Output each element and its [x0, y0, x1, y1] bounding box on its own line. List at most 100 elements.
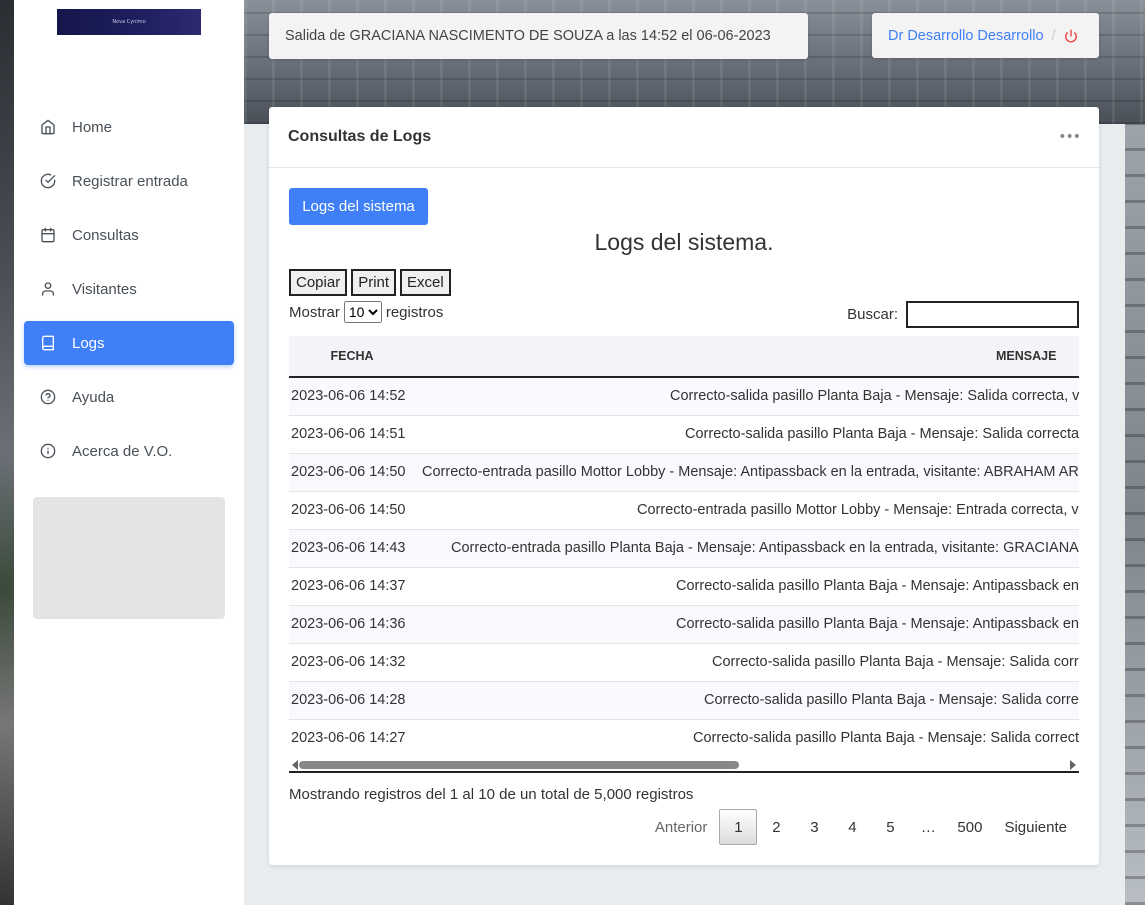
check-circle-icon [40, 173, 56, 189]
cell-mensaje-text: Correcto-salida pasillo Planta Baja - Me… [704, 692, 1079, 708]
search-control: Buscar: [847, 301, 1079, 328]
table-row[interactable]: 2023-06-06 14:50 Correcto-entrada pasillo… [289, 453, 1079, 491]
cell-fecha: 2023-06-06 14:37 [291, 578, 406, 594]
length-suffix: registros [385, 303, 444, 321]
cell-fecha: 2023-06-06 14:52 [291, 388, 406, 405]
page-5[interactable]: 5 [871, 809, 909, 845]
notice-text: Salida de GRACIANA NASCIMENTO DE SOUZA a… [285, 28, 771, 44]
length-prefix: Mostrar [289, 303, 340, 321]
scroll-right-icon[interactable] [1070, 760, 1076, 770]
sidebar-item-label: Registrar entrada [72, 172, 188, 190]
sidebar-item-logs[interactable]: Logs [24, 321, 234, 365]
logo-text: Nova Cynimo [112, 19, 146, 25]
cell-fecha: 2023-06-06 14:51 [291, 426, 406, 442]
pagination-previous[interactable]: Anterior [643, 809, 720, 845]
cell-mensaje: Correcto-salida pasillo Planta Baja - Me… [415, 567, 1079, 605]
logo[interactable]: Nova Cynimo [57, 9, 201, 35]
sidebar-placeholder [33, 497, 225, 619]
cell-mensaje-text: Correcto-salida pasillo Planta Baja - Me… [685, 426, 1079, 442]
sidebar-item-acerca[interactable]: Acerca de V.O. [24, 429, 234, 473]
cell-mensaje-text: Correcto-salida pasillo Planta Baja - Me… [676, 616, 1079, 632]
cell-mensaje-text: Correcto-salida pasillo Planta Baja - Me… [712, 654, 1079, 670]
power-icon[interactable] [1064, 28, 1078, 43]
background-right [1125, 124, 1145, 905]
book-icon [40, 335, 56, 351]
cell-fecha: 2023-06-06 14:50 [291, 464, 406, 480]
table-row[interactable]: 2023-06-06 14:43 Correcto-entrada pasillo… [289, 529, 1079, 567]
pagination-ellipsis: … [920, 818, 936, 836]
table-row[interactable]: 2023-06-06 14:27 Correcto-salida pasillo … [289, 719, 1079, 757]
calendar-icon [40, 227, 56, 243]
scroll-left-icon[interactable] [292, 760, 298, 770]
sidebar-item-registrar-entrada[interactable]: Registrar entrada [24, 159, 234, 203]
user-name-link[interactable]: Dr Desarrollo Desarrollo [888, 28, 1044, 44]
more-horizontal-icon[interactable]: ••• [1058, 129, 1081, 145]
sidebar: Nova Cynimo Home Registrar entrada Consu… [14, 0, 244, 905]
sidebar-item-label: Visitantes [72, 280, 137, 298]
cell-mensaje-text: Correcto-salida pasillo Planta Baja - Me… [670, 388, 1079, 405]
page-length-select[interactable]: 10 [343, 301, 382, 323]
logs-card: Consultas de Logs ••• Logs del sistema L… [269, 107, 1099, 865]
cell-fecha: 2023-06-06 14:28 [291, 692, 406, 708]
cell-fecha: 2023-06-06 14:43 [291, 540, 406, 556]
excel-button[interactable]: Excel [400, 269, 451, 296]
cell-mensaje: Correcto-entrada pasillo Mottor Lobby - … [415, 491, 1079, 529]
search-label: Buscar: [847, 306, 898, 323]
sidebar-item-consultas[interactable]: Consultas [24, 213, 234, 257]
sidebar-nav: Home Registrar entrada Consultas Visitan… [24, 105, 234, 483]
sidebar-item-ayuda[interactable]: Ayuda [24, 375, 234, 419]
cell-mensaje: Correcto-entrada pasillo Mottor Lobby - … [415, 453, 1079, 491]
page-1[interactable]: 1 [719, 809, 758, 845]
last-event-notice: Salida de GRACIANA NASCIMENTO DE SOUZA a… [269, 13, 808, 59]
cell-mensaje-text: Correcto-entrada pasillo Planta Baja - M… [451, 540, 1079, 556]
column-header-mensaje[interactable]: MENSAJE [415, 336, 1079, 377]
table-row[interactable]: 2023-06-06 14:51 Correcto-salida pasillo … [289, 415, 1079, 453]
cell-mensaje: Correcto-salida pasillo Planta Baja - Me… [415, 643, 1079, 681]
cell-mensaje: Correcto-salida pasillo Planta Baja - Me… [415, 681, 1079, 719]
table-row[interactable]: 2023-06-06 14:52 Correcto-salida pasillo … [289, 377, 1079, 415]
logs-table: FECHA MENSAJE 2023-06-06 14:52 Correcto-s… [289, 336, 1079, 758]
sidebar-item-home[interactable]: Home [24, 105, 234, 149]
cell-mensaje: Correcto-salida pasillo Planta Baja - Me… [415, 719, 1079, 757]
sidebar-item-label: Home [72, 118, 113, 136]
help-circle-icon [40, 389, 56, 405]
table-row[interactable]: 2023-06-06 14:50 Correcto-entrada pasillo… [289, 491, 1079, 529]
card-header: Consultas de Logs ••• [269, 107, 1099, 168]
page-500[interactable]: 500 [947, 809, 992, 845]
column-header-fecha[interactable]: FECHA [289, 336, 415, 377]
table-row[interactable]: 2023-06-06 14:32 Correcto-salida pasillo … [289, 643, 1079, 681]
cell-fecha: 2023-06-06 14:32 [291, 654, 406, 670]
page-3[interactable]: 3 [795, 809, 833, 845]
table-row[interactable]: 2023-06-06 14:37 Correcto-salida pasillo … [289, 567, 1079, 605]
page-4[interactable]: 4 [833, 809, 871, 845]
cell-mensaje-text: Correcto-salida pasillo Planta Baja - Me… [676, 578, 1079, 594]
cell-mensaje: Correcto-salida pasillo Planta Baja - Me… [415, 605, 1079, 643]
pagination: Anterior 1 2 3 4 5 … 500 Siguiente [643, 809, 1079, 845]
table-row[interactable]: 2023-06-06 14:36 Correcto-salida pasillo … [289, 605, 1079, 643]
table-info: Mostrando registros del 1 al 10 de un to… [289, 786, 694, 803]
search-input[interactable] [906, 301, 1079, 328]
export-buttons: Copiar Print Excel [289, 269, 451, 296]
background-left [0, 0, 14, 905]
page-heading: Logs del sistema. [594, 229, 774, 255]
sidebar-item-visitantes[interactable]: Visitantes [24, 267, 234, 311]
cell-mensaje-text: Correcto-salida pasillo Planta Baja - Me… [693, 730, 1079, 746]
print-button[interactable]: Print [351, 269, 397, 296]
user-icon [40, 281, 56, 297]
table-row[interactable]: 2023-06-06 14:28 Correcto-salida pasillo … [289, 681, 1079, 719]
pagination-next[interactable]: Siguiente [992, 809, 1079, 845]
cell-mensaje-text: Correcto-entrada pasillo Mottor Lobby - … [637, 502, 1079, 518]
scrollbar-thumb[interactable] [299, 761, 739, 769]
page-length-control: Mostrar 10 registros [289, 301, 443, 323]
copy-button[interactable]: Copiar [289, 269, 348, 296]
logs-table-container: FECHA MENSAJE 2023-06-06 14:52 Correcto-s… [289, 336, 1079, 773]
user-box: Dr Desarrollo Desarrollo / [872, 13, 1099, 58]
table-header-row: FECHA MENSAJE [289, 336, 1079, 377]
cell-mensaje-text: Correcto-entrada pasillo Mottor Lobby - … [422, 464, 1079, 480]
cell-mensaje: Correcto-entrada pasillo Planta Baja - M… [415, 529, 1079, 567]
horizontal-scrollbar[interactable] [289, 757, 1079, 771]
info-icon [40, 443, 56, 459]
home-icon [40, 119, 56, 135]
logs-del-sistema-button[interactable]: Logs del sistema [289, 188, 428, 225]
page-2[interactable]: 2 [757, 809, 795, 845]
